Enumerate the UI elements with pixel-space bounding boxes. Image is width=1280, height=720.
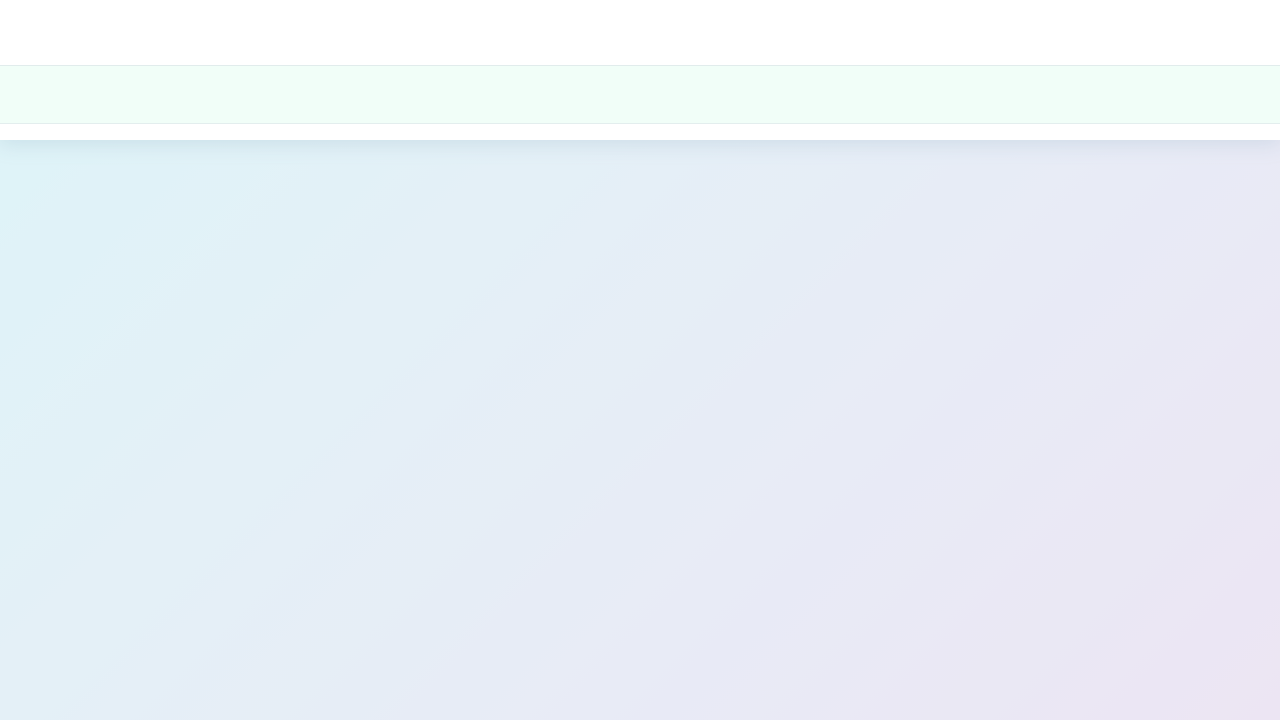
main-content-area <box>0 140 1280 720</box>
header-bottom-strip <box>0 124 1280 140</box>
top-navigation-bar <box>0 0 1280 66</box>
secondary-navigation-bar <box>0 66 1280 124</box>
app-header <box>0 0 1280 140</box>
